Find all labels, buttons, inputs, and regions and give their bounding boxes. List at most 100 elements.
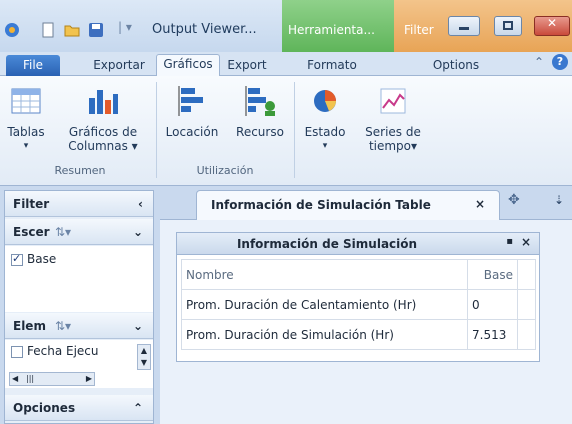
estado-label: Estado: [304, 125, 346, 139]
row-label-cell: Prom. Duración de Simulación (Hr): [181, 319, 468, 350]
context-filter-label: Filter: [404, 23, 434, 37]
empty-cell: [517, 289, 536, 320]
scroll-thumb[interactable]: |||: [26, 373, 34, 385]
chevron-up-icon[interactable]: ⌃: [133, 395, 143, 421]
tab-exportar[interactable]: Exportar: [86, 56, 152, 76]
tab-formato[interactable]: Formato: [304, 56, 360, 76]
document-tab-title: Información de Simulación Table: [211, 198, 431, 212]
row-label-cell: Prom. Duración de Calentamiento (Hr): [181, 289, 468, 320]
row-value-cell: 0: [467, 289, 518, 320]
help-icon[interactable]: ?: [552, 54, 568, 70]
filter-panel-header: Filter ‹: [5, 191, 153, 217]
table-icon: [11, 88, 41, 114]
escenarios-label: Escer: [13, 225, 50, 239]
graficos-label-line2: Columnas ▾: [68, 139, 138, 153]
tab-graficos[interactable]: Gráficos: [156, 54, 220, 77]
context-tab-herramientas: Herramienta...: [282, 0, 394, 52]
column-chart-icon: [89, 90, 118, 114]
context-tab-filter: Filter ✕: [394, 0, 572, 52]
chevron-down-icon[interactable]: ⌄: [133, 219, 143, 245]
graficos-label-line1: Gráficos de: [68, 125, 138, 139]
scroll-left-icon[interactable]: ◀: [12, 373, 18, 385]
info-panel-header: Información de Simulación ▪ ×: [177, 233, 539, 255]
resource-chart-icon: [245, 86, 275, 116]
vertical-scrollbar[interactable]: ▲ ▼: [137, 344, 151, 370]
tab-file[interactable]: File: [6, 55, 60, 76]
row-value-cell: 7.513: [467, 319, 518, 350]
empty-cell: [517, 319, 536, 350]
tab-menu-icon[interactable]: ⇣: [554, 193, 564, 207]
elementos-label: Elem: [13, 319, 46, 333]
recurso-label: Recurso: [236, 125, 284, 139]
escenarios-list: Base: [5, 246, 153, 312]
qat-customize-icon[interactable]: | ▾: [118, 20, 132, 34]
column-header-base[interactable]: Base: [467, 259, 518, 290]
ribbon-collapse-icon[interactable]: ⌃: [534, 55, 544, 69]
opciones-title: Opciones: [13, 401, 76, 415]
close-panel-icon[interactable]: ×: [521, 235, 531, 249]
table-header-row: Nombre Base: [181, 259, 536, 290]
column-header-nombre[interactable]: Nombre: [181, 259, 468, 290]
pie-chart-icon: [314, 90, 336, 112]
tablas-label: Tablas: [7, 125, 45, 139]
base-item-label: Base: [27, 252, 57, 266]
group-separator: [294, 82, 295, 178]
elementos-header: Elem ⇅▾ ⌄: [5, 313, 153, 339]
empty-cell: [517, 259, 536, 290]
table-row: Prom. Duración de Simulación (Hr) 7.513: [181, 319, 536, 350]
list-item-base[interactable]: Base: [11, 252, 147, 266]
collapse-left-icon[interactable]: ‹: [138, 191, 143, 217]
opciones-header[interactable]: Opciones ⌃: [5, 395, 153, 421]
info-panel: Información de Simulación ▪ × Nombre Bas…: [176, 232, 540, 362]
tab-export[interactable]: Export: [222, 56, 272, 76]
new-file-icon[interactable]: [40, 22, 56, 38]
restore-icon[interactable]: ▪: [506, 236, 513, 247]
sort-filter-icon[interactable]: ⇅▾: [55, 313, 71, 339]
ribbon: Tablas ▾ Gráficos de Columnas ▾ Resumen …: [0, 76, 572, 186]
list-item-fecha[interactable]: Fecha Ejecu: [11, 344, 129, 358]
dropdown-arrow-icon: ▾: [23, 141, 29, 151]
info-panel-title: Información de Simulación: [236, 237, 418, 251]
context-herramientas-label: Herramienta...: [288, 23, 375, 37]
elementos-list: Fecha Ejecu ▲ ▼ ◀ ||| ▶: [5, 340, 153, 388]
recurso-button[interactable]: Recurso: [230, 86, 290, 139]
title-bar: | ▾ Output Viewer... Herramienta... Filt…: [0, 0, 572, 52]
document-tab[interactable]: Información de Simulación Table ×: [196, 190, 500, 220]
filter-panel: Filter ‹ Escer ⇅▾ ⌄ Base Elem ⇅▾ ⌄ Fecha…: [4, 190, 154, 424]
tab-options[interactable]: Options: [428, 56, 484, 76]
group-resumen-label: Resumen: [54, 164, 106, 177]
dropdown-arrow-icon: ▾: [322, 141, 328, 151]
minimize-button[interactable]: [448, 16, 480, 36]
estado-button[interactable]: Estado ▾: [298, 86, 352, 153]
tablas-button[interactable]: Tablas ▾: [6, 86, 46, 153]
close-button[interactable]: ✕: [534, 16, 570, 36]
chevron-down-icon[interactable]: ⌄: [133, 313, 143, 339]
ribbon-tab-row: File Exportar Gráficos Export Formato Op…: [0, 52, 572, 77]
group-separator: [156, 82, 157, 178]
graficos-label-line2-text: Columnas: [68, 139, 128, 153]
fecha-checkbox[interactable]: [11, 345, 23, 358]
close-icon: ✕: [547, 16, 558, 30]
base-checkbox[interactable]: [11, 252, 23, 266]
save-icon[interactable]: [88, 22, 104, 38]
filter-title: Filter: [13, 197, 50, 211]
maximize-button[interactable]: [494, 16, 522, 36]
close-tab-icon[interactable]: ×: [475, 197, 485, 211]
series-label-line2: tiempo▾: [368, 139, 418, 153]
locacion-button[interactable]: Locación: [160, 86, 224, 139]
window-title: Output Viewer...: [152, 22, 257, 37]
line-chart-icon: [380, 88, 406, 114]
pin-icon[interactable]: ✥: [508, 192, 520, 208]
escenarios-header: Escer ⇅▾ ⌄: [5, 219, 153, 245]
sort-filter-icon[interactable]: ⇅▾: [55, 219, 71, 245]
table-row: Prom. Duración de Calentamiento (Hr) 0: [181, 289, 536, 320]
info-table: Nombre Base Prom. Duración de Calentamie…: [181, 259, 536, 350]
app-logo-icon: [5, 23, 19, 37]
horizontal-scrollbar[interactable]: ◀ ||| ▶: [9, 372, 95, 386]
series-tiempo-button[interactable]: Series de tiempo▾: [358, 86, 428, 153]
open-folder-icon[interactable]: [64, 22, 80, 38]
scroll-right-icon[interactable]: ▶: [86, 373, 92, 385]
graficos-columnas-button[interactable]: Gráficos de Columnas ▾: [58, 86, 148, 153]
series-label-line1: Series de: [365, 125, 421, 139]
location-chart-icon: [178, 86, 203, 116]
